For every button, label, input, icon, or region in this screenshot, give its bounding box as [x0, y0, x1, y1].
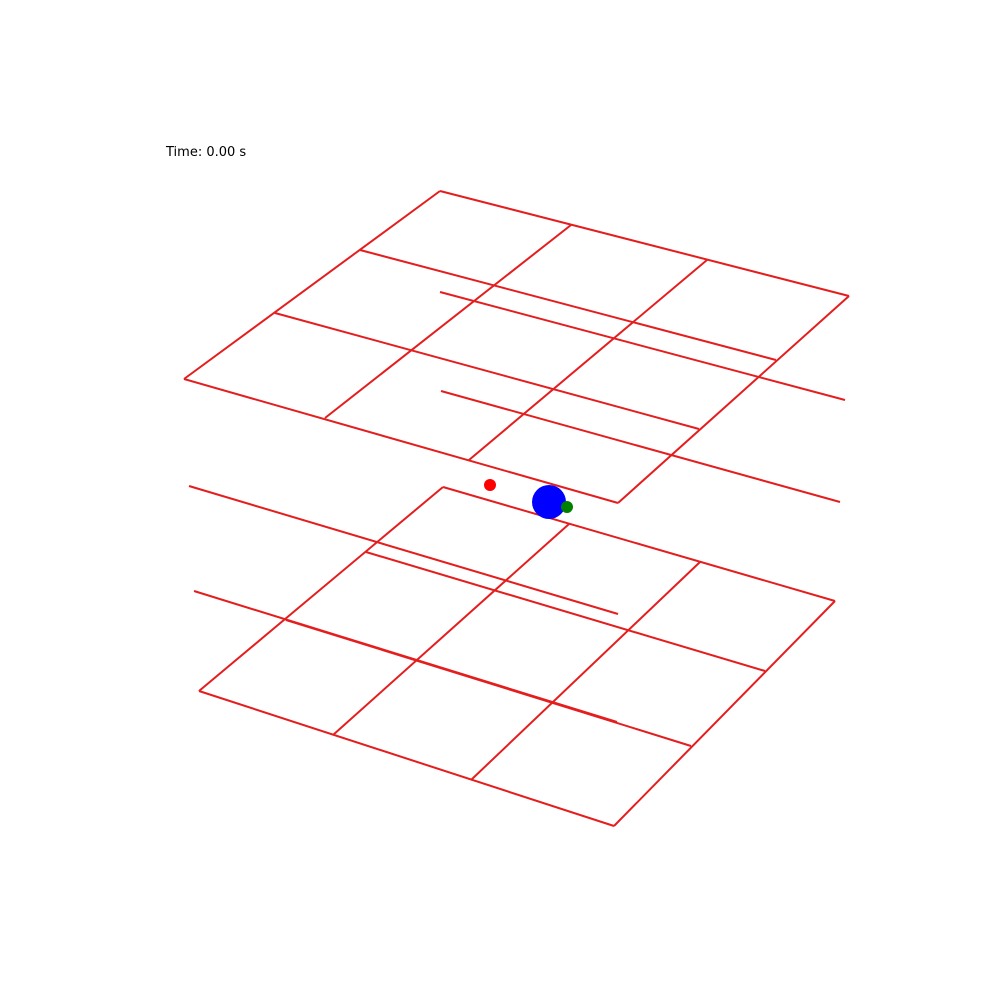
upper-floating-line — [440, 390, 841, 503]
large-blue-sphere — [532, 485, 566, 519]
lower-floating-line — [193, 590, 618, 723]
small-red-sphere — [484, 479, 496, 491]
lower-grid-line — [332, 523, 570, 736]
upper-grid-plane — [183, 190, 850, 504]
lower-grid-line — [470, 561, 701, 781]
lower-plane-edge — [198, 486, 444, 692]
small-green-sphere — [561, 501, 573, 513]
lower-grid-plane — [188, 485, 836, 827]
upper-grid-line — [324, 224, 572, 419]
3d-scene — [183, 190, 850, 827]
upper-grid-line — [274, 312, 700, 430]
upper-grid-line — [359, 249, 777, 361]
upper-grid-line — [468, 259, 708, 461]
upper-floating-line — [439, 291, 846, 401]
upper-plane-edge — [183, 190, 441, 380]
upper-plane-edge — [183, 378, 619, 504]
time-readout: Time: 0.00 s — [166, 145, 247, 160]
lower-plane-edge — [198, 690, 615, 827]
lower-plane-edge — [613, 600, 836, 827]
